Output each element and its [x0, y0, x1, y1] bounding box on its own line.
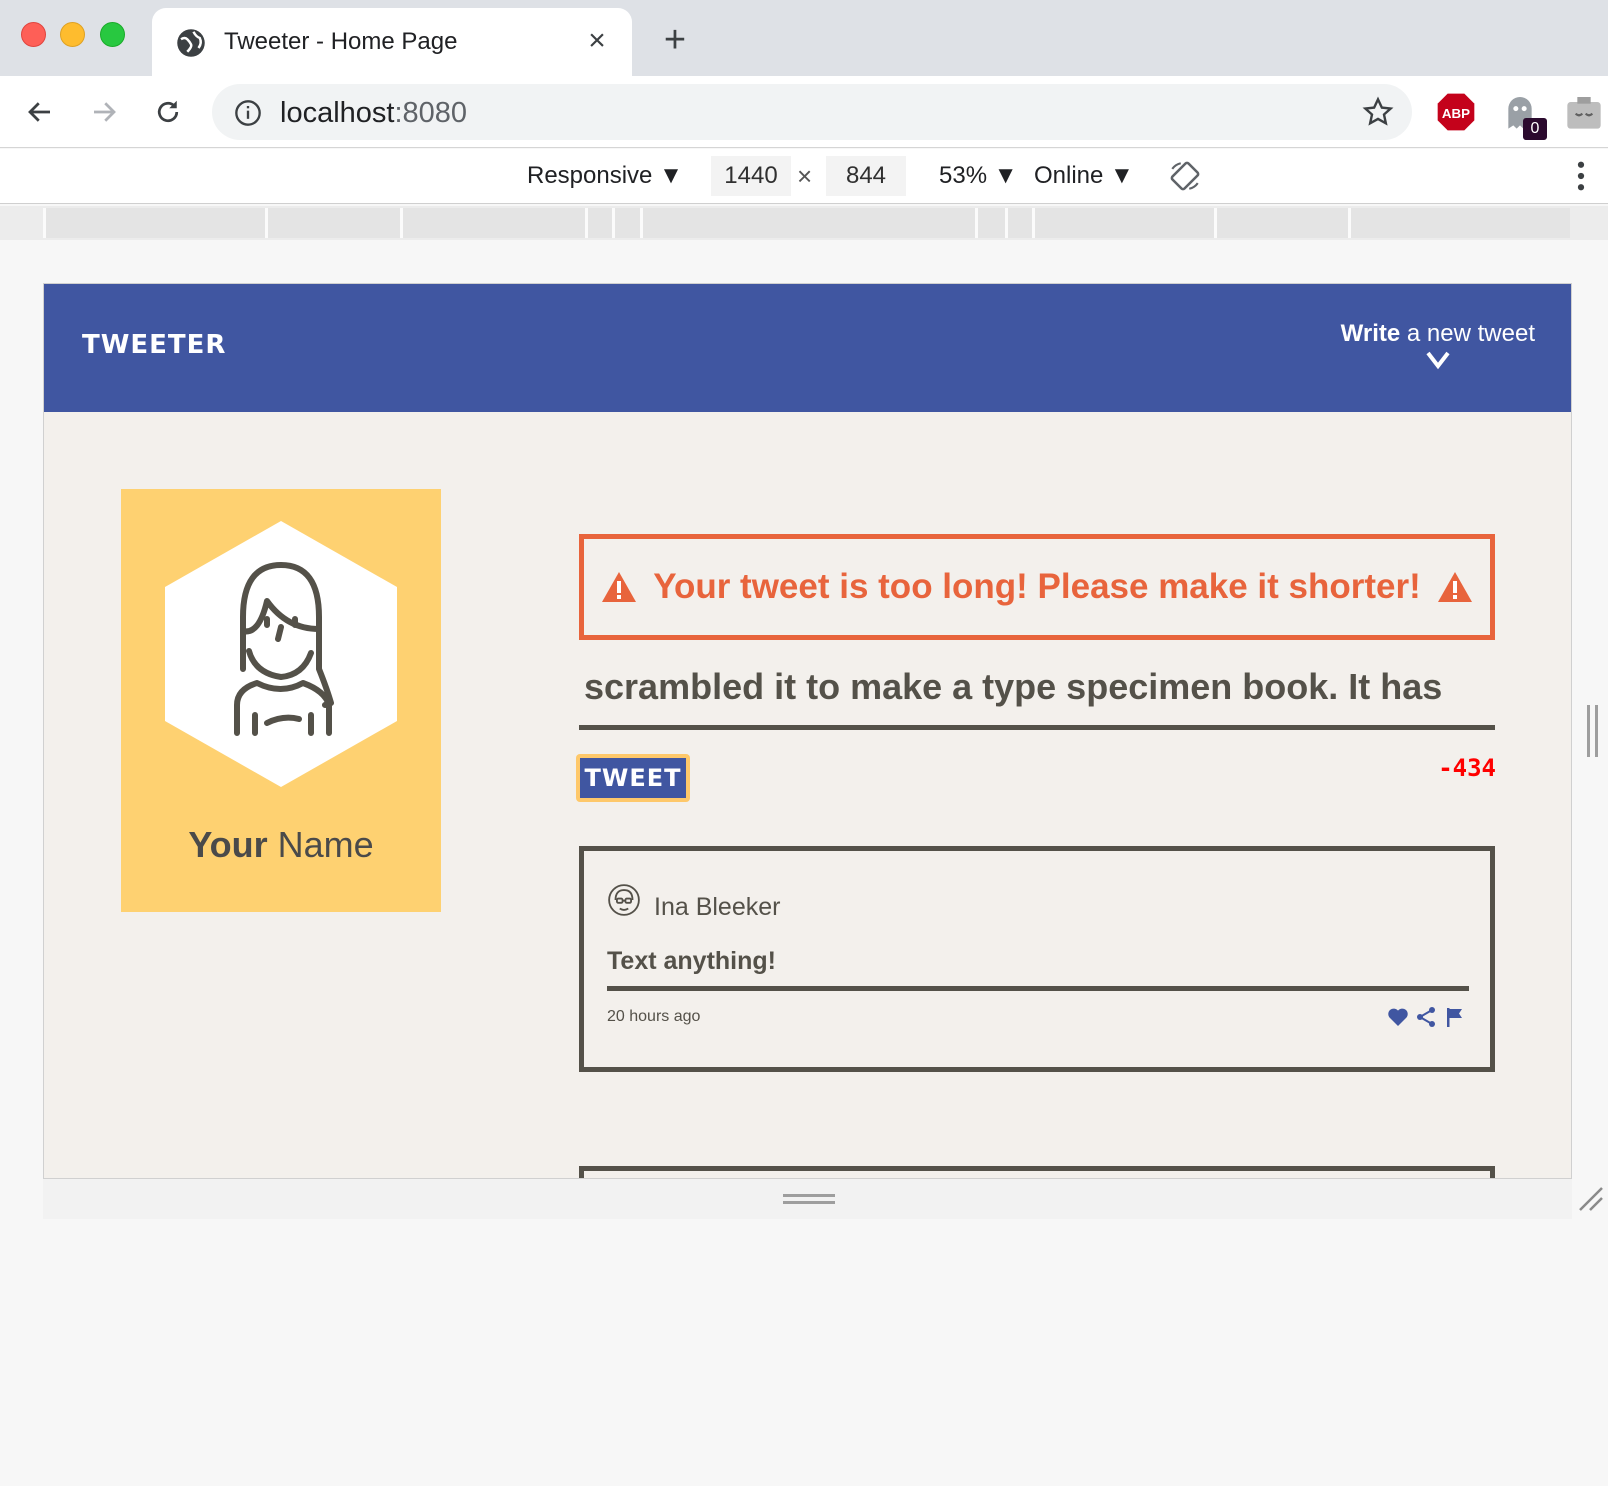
warning-icon — [1437, 572, 1472, 602]
write-tweet-toggle[interactable]: Write a new tweet — [1341, 320, 1535, 370]
star-icon[interactable] — [1362, 96, 1394, 128]
tweet-card: Ina Bleeker Text anything! 20 hours ago — [579, 846, 1495, 1072]
active-tab[interactable]: Tweeter - Home Page × — [152, 8, 632, 76]
flag-icon[interactable] — [1442, 1005, 1466, 1029]
network-throttle-select[interactable]: Online ▼ — [1034, 162, 1134, 190]
tweet-button-label: TWEET — [580, 758, 686, 798]
tweet-author: Ina Bleeker — [654, 893, 781, 921]
profile-card: Your Name — [121, 489, 441, 912]
resize-handle-right[interactable] — [1586, 705, 1600, 757]
media-query-ruler[interactable] — [0, 206, 1608, 240]
kebab-menu-icon[interactable] — [1576, 161, 1586, 191]
close-icon[interactable]: × — [578, 22, 616, 60]
media-query-segment[interactable] — [1032, 208, 1214, 238]
resize-corner-grip[interactable] — [1578, 1186, 1604, 1212]
tweet-divider — [607, 986, 1469, 991]
forward-arrow-icon[interactable] — [82, 90, 126, 134]
plus-icon[interactable]: + — [655, 20, 695, 60]
tab-title: Tweeter - Home Page — [224, 28, 458, 55]
rotate-icon[interactable] — [1168, 159, 1202, 193]
media-query-segment[interactable] — [400, 208, 585, 238]
info-icon[interactable] — [234, 99, 262, 127]
dimension-separator: × — [797, 161, 813, 191]
media-query-segment[interactable] — [1348, 208, 1570, 238]
tweet-text: Text anything! — [607, 947, 776, 975]
chevron-down-icon — [1426, 351, 1450, 370]
error-message: Your tweet is too long! Please make it s… — [579, 534, 1495, 640]
reload-icon[interactable] — [146, 90, 190, 134]
media-query-segment[interactable] — [975, 208, 1005, 238]
avatar — [608, 884, 640, 916]
scrolled-text-fragment — [579, 656, 1495, 666]
zoom-select[interactable]: 53% ▼ — [939, 162, 1017, 190]
media-query-segment[interactable] — [640, 208, 975, 238]
browser-toolbar: localhost:8080 ABP 0 — [0, 76, 1608, 148]
media-query-segment[interactable] — [265, 208, 400, 238]
media-query-segment[interactable] — [612, 208, 640, 238]
window-maximize-button[interactable] — [100, 22, 125, 47]
site-header: TWEETER Write a new tweet — [44, 284, 1571, 412]
window-minimize-button[interactable] — [60, 22, 85, 47]
viewport-resize-bar — [43, 1179, 1572, 1219]
address-bar[interactable]: localhost:8080 — [212, 84, 1412, 140]
tweet-button[interactable]: TWEET — [576, 754, 690, 802]
tweet-timestamp: 20 hours ago — [607, 1008, 701, 1025]
tweet-textarea[interactable]: scrambled it to make a type specimen boo… — [579, 656, 1495, 730]
avatar — [165, 521, 397, 787]
emulated-viewport: TWEETER Write a new tweet Your Name Your… — [43, 283, 1572, 1179]
device-select[interactable]: Responsive ▼ — [527, 162, 683, 190]
profile-name: Your Name — [188, 824, 374, 865]
device-toolbar: Responsive ▼ 1440 × 844 53% ▼ Online ▼ — [0, 149, 1608, 204]
media-query-segment[interactable] — [1005, 208, 1032, 238]
warning-icon — [602, 572, 637, 602]
back-arrow-icon[interactable] — [18, 90, 62, 134]
adblock-icon[interactable]: ABP — [1436, 92, 1476, 132]
tweet-card-partial — [579, 1166, 1495, 1178]
media-query-segment[interactable] — [1214, 208, 1348, 238]
character-counter: -434 — [1438, 754, 1496, 782]
url-text[interactable]: localhost:8080 — [280, 97, 467, 130]
viewport-width-input[interactable]: 1440 — [711, 156, 791, 196]
tab-strip: Tweeter - Home Page × + — [0, 0, 1608, 76]
share-icon[interactable] — [1414, 1005, 1438, 1029]
extension-icon[interactable] — [1564, 92, 1604, 132]
site-logo[interactable]: TWEETER — [82, 330, 226, 360]
media-query-segment[interactable] — [43, 208, 265, 238]
tweet-textarea-visible-line: scrambled it to make a type specimen boo… — [584, 666, 1443, 707]
resize-handle-bottom[interactable] — [783, 1193, 835, 1205]
heart-icon[interactable] — [1386, 1005, 1410, 1029]
globe-icon — [177, 29, 205, 57]
window-close-button[interactable] — [21, 22, 46, 47]
tweet-actions — [1386, 1005, 1466, 1029]
svg-text:ABP: ABP — [1442, 106, 1470, 121]
viewport-height-input[interactable]: 844 — [826, 156, 906, 196]
extension-badge: 0 — [1523, 118, 1547, 140]
error-text: Your tweet is too long! Please make it s… — [653, 567, 1421, 606]
media-query-segment[interactable] — [585, 208, 612, 238]
